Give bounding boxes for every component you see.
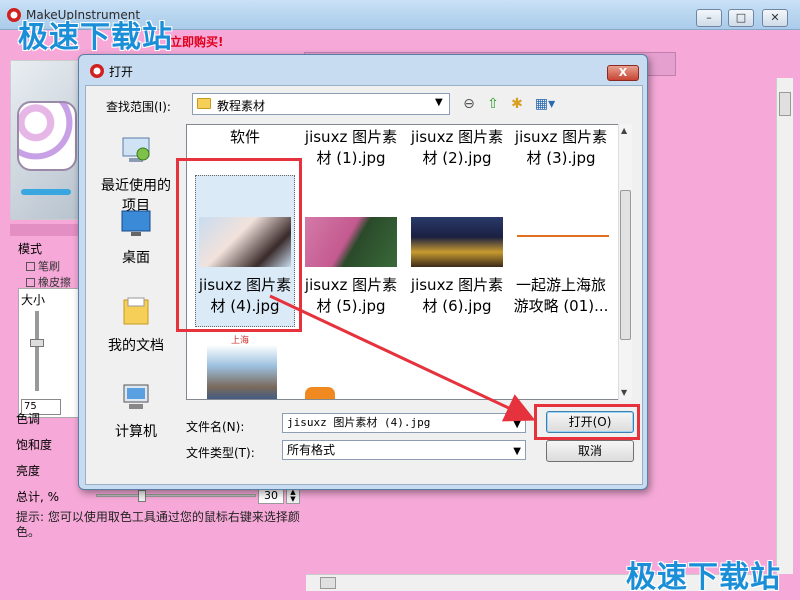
scroll-down-icon[interactable]: ▼ — [621, 388, 627, 397]
back-icon[interactable]: ⊖ — [460, 95, 478, 113]
file-name: jisuxz 图片素材 (5).jpg — [304, 276, 398, 315]
folder-icon — [197, 98, 211, 109]
dialog-title-bar: 打开 X — [79, 55, 647, 85]
new-folder-icon[interactable]: ✱ — [508, 95, 526, 113]
file-list-scrollbar[interactable]: ▲ ▼ — [618, 124, 632, 400]
places-bar: 最近使用的项目 桌面 我的文档 计算机 — [90, 126, 182, 480]
size-label: 大小 — [21, 293, 46, 307]
file-name: jisuxz 图片素材 (2).jpg — [410, 128, 504, 167]
file-thumbnail-partial — [305, 387, 397, 399]
canvas-vertical-scrollbar[interactable] — [776, 78, 793, 574]
look-in-label: 查找范围(I): — [106, 100, 171, 114]
chevron-down-icon[interactable]: ▼ — [513, 416, 521, 434]
file-name: jisuxz 图片素材 (6).jpg — [410, 276, 504, 315]
place-documents-label: 我的文档 — [108, 338, 164, 354]
vertical-scroll-thumb[interactable] — [779, 92, 791, 116]
place-computer[interactable]: 计算机 — [90, 382, 182, 442]
filename-label: 文件名(N): — [186, 420, 245, 434]
file-thumbnail-night-city — [411, 217, 503, 267]
file-name: 一起游上海旅游攻略 (01)... — [513, 276, 609, 315]
place-desktop-label: 桌面 — [122, 250, 150, 266]
desktop-icon — [121, 210, 151, 236]
file-list-scroll-thumb[interactable] — [620, 190, 631, 340]
dialog-app-icon — [90, 64, 104, 78]
partial-thumb-logo — [305, 387, 335, 399]
place-documents[interactable]: 我的文档 — [90, 296, 182, 356]
tool-panel-header — [10, 224, 80, 236]
shanghai-thumb-text: 上海 — [231, 336, 250, 346]
file-item[interactable]: jisuxz 图片素材 (5).jpg — [299, 275, 403, 317]
file-item[interactable]: jisuxz 图片素材 (2).jpg — [405, 127, 509, 169]
place-computer-label: 计算机 — [115, 424, 157, 440]
chevron-down-icon: ▼ — [435, 97, 443, 108]
brush-label: 笔刷 — [38, 260, 60, 273]
place-desktop[interactable]: 桌面 — [90, 208, 182, 268]
size-slider-track[interactable] — [35, 311, 39, 391]
watermark-bottom: 极速下载站 — [626, 560, 781, 595]
preview-bag-image — [17, 101, 77, 171]
file-item[interactable]: jisuxz 图片素材 (3).jpg — [509, 127, 613, 169]
dialog-title: 打开 — [109, 65, 134, 79]
recent-items-icon — [122, 137, 150, 162]
highlight-selected-file — [176, 158, 302, 332]
file-thumbnail-shanghai: 上海 — [207, 331, 277, 399]
filetype-select[interactable]: 所有格式 ▼ — [282, 440, 526, 460]
highlight-open-button — [534, 404, 640, 440]
size-slider-thumb[interactable] — [30, 339, 44, 347]
total-slider-track[interactable] — [96, 494, 256, 497]
filetype-label: 文件类型(T): — [186, 446, 255, 460]
up-folder-icon[interactable]: ⇧ — [484, 95, 502, 113]
maximize-button[interactable]: □ — [728, 9, 754, 27]
buy-now-link[interactable]: 立即购买! — [170, 33, 223, 50]
cancel-button[interactable]: 取消 — [546, 440, 634, 462]
image-preview — [10, 60, 80, 220]
place-recent[interactable]: 最近使用的项目 — [90, 136, 182, 216]
file-name: 软件 — [229, 128, 260, 146]
brush-checkbox[interactable] — [26, 262, 35, 271]
size-panel: 大小 75 — [18, 288, 80, 418]
main-close-button[interactable]: ✕ — [762, 9, 788, 27]
horizontal-scroll-thumb[interactable] — [320, 577, 336, 589]
total-spinner[interactable]: ▲ ▼ — [286, 488, 300, 504]
mode-label: 模式 — [18, 242, 43, 256]
minimize-button[interactable]: – — [696, 9, 722, 27]
total-value-field[interactable]: 30 — [258, 488, 284, 504]
look-in-value: 教程素材 — [217, 99, 266, 113]
dialog-close-button[interactable]: X — [607, 65, 639, 81]
file-thumbnail-landscape — [305, 217, 397, 267]
file-item[interactable]: 一起游上海旅游攻略 (01)... — [509, 275, 613, 317]
saturation-label: 饱和度 — [16, 438, 53, 452]
documents-folder-icon — [123, 297, 149, 325]
filename-input[interactable]: jisuxz 图片素材 (4).jpg ▼ — [282, 413, 526, 433]
watermark-top: 极速下载站 — [18, 20, 173, 55]
scroll-up-icon[interactable]: ▲ — [621, 126, 627, 135]
brush-option[interactable]: 笔刷 — [26, 258, 60, 274]
file-item[interactable]: jisuxz 图片素材 (6).jpg — [405, 275, 509, 317]
hue-label: 色调 — [16, 412, 41, 426]
preview-strap — [21, 189, 71, 195]
hint-text: 提示: 您可以使用取色工具通过您的鼠标右键来选择颜色。 — [16, 510, 300, 539]
file-item[interactable]: 软件 — [193, 127, 297, 148]
eraser-checkbox[interactable] — [26, 278, 35, 287]
look-in-dropdown[interactable]: 教程素材 ▼ — [192, 93, 450, 115]
computer-icon — [123, 384, 149, 409]
file-item[interactable]: jisuxz 图片素材 (1).jpg — [299, 127, 403, 169]
total-label: 总计, % — [16, 490, 60, 504]
file-name: jisuxz 图片素材 (3).jpg — [514, 128, 608, 167]
file-name: jisuxz 图片素材 (1).jpg — [304, 128, 398, 167]
chevron-down-icon[interactable]: ▼ — [513, 443, 521, 461]
file-thumbnail-guide — [517, 235, 609, 249]
total-slider-thumb[interactable] — [138, 490, 146, 502]
filetype-value: 所有格式 — [287, 443, 336, 457]
view-menu-icon[interactable]: ▦▾ — [532, 95, 558, 113]
brightness-label: 亮度 — [16, 464, 41, 478]
filename-value: jisuxz 图片素材 (4).jpg — [287, 416, 431, 429]
